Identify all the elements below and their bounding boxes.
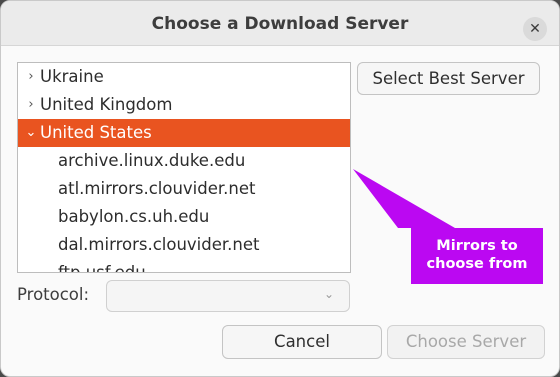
annotation-callout: Mirrors to choose from [411,228,543,284]
callout-arrow [353,169,455,228]
